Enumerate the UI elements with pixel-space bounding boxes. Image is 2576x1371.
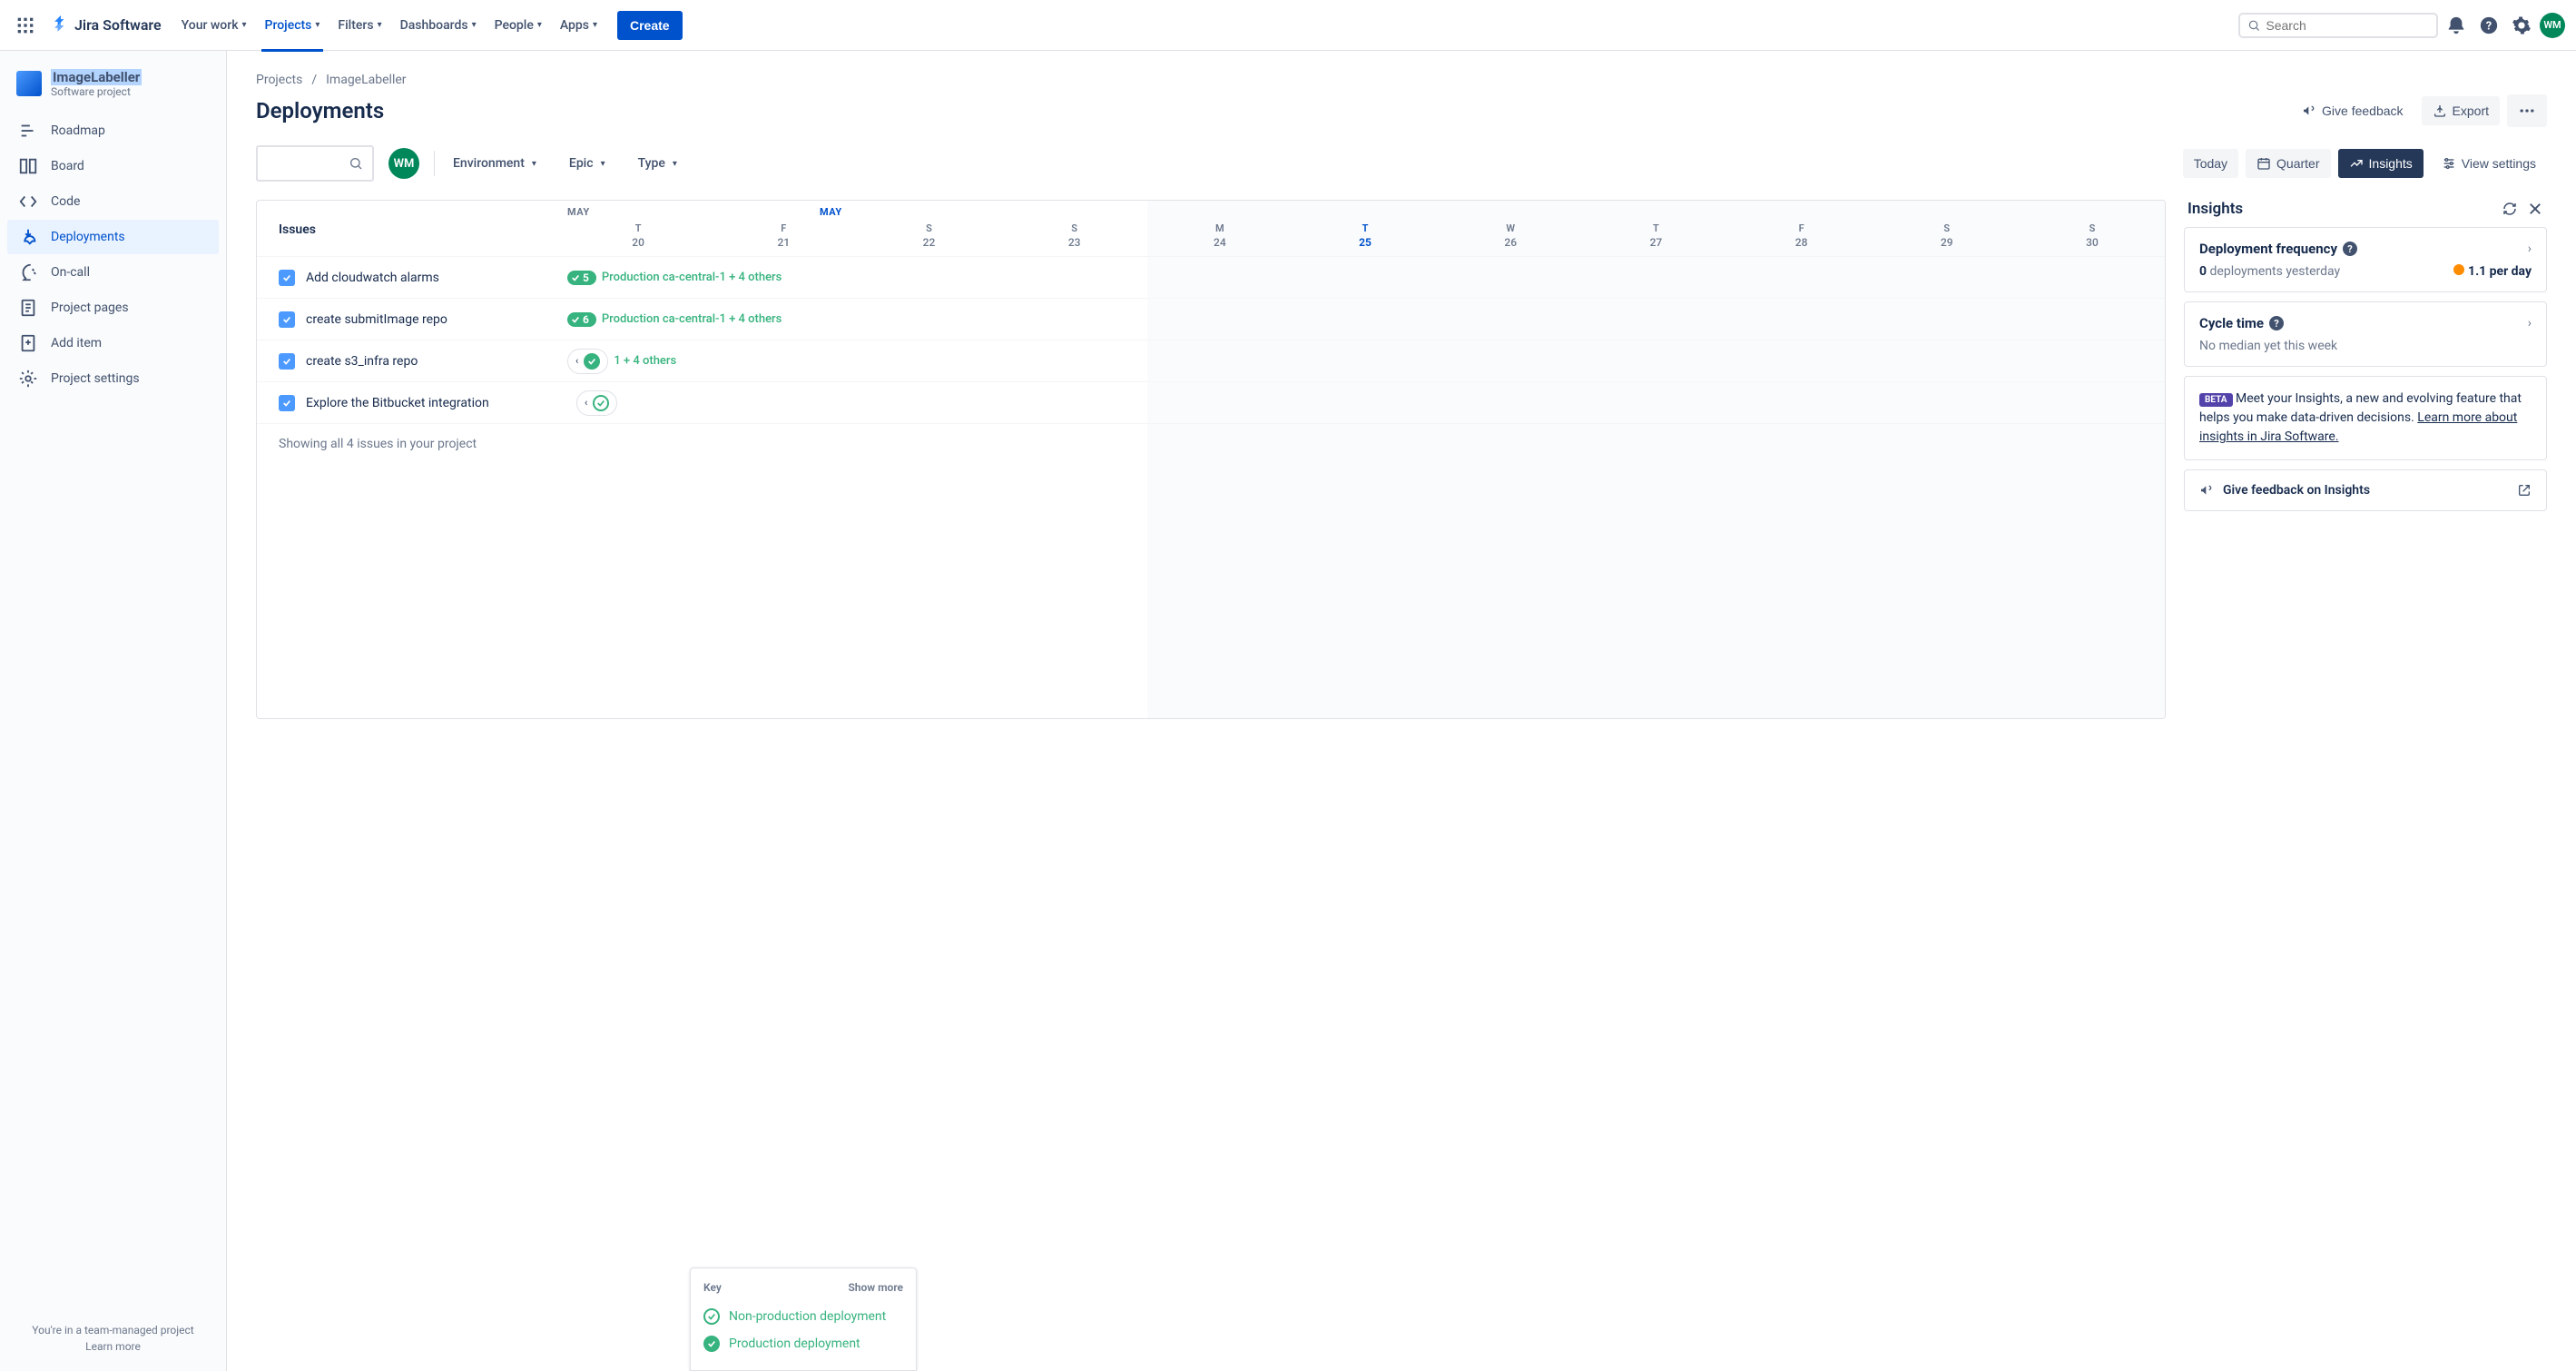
insights-title: Insights	[2188, 200, 2243, 218]
filter-type[interactable]: Type▾	[634, 151, 681, 176]
today-button[interactable]: Today	[2183, 149, 2238, 178]
insights-toggle-button[interactable]: Insights	[2338, 149, 2424, 178]
refresh-icon[interactable]	[2502, 201, 2518, 217]
insights-panel: Insights Deployment frequency ? › 0 depl…	[2184, 200, 2547, 520]
legend-box: Key Show more Non-production deploymentP…	[690, 1267, 917, 1371]
day-23: S23	[1002, 201, 1147, 256]
insights-feedback-card[interactable]: Give feedback on Insights	[2184, 469, 2547, 511]
nav-items-container: Your work▾Projects▾Filters▾Dashboards▾Pe…	[172, 11, 606, 40]
quarter-button[interactable]: Quarter	[2246, 149, 2330, 178]
chart-icon	[2349, 156, 2364, 171]
nav-apps[interactable]: Apps▾	[551, 11, 606, 40]
top-navigation: Jira Software Your work▾Projects▾Filters…	[0, 0, 2576, 51]
external-link-icon	[2517, 483, 2532, 498]
nav-dashboards[interactable]: Dashboards▾	[391, 11, 486, 40]
project-type: Software project	[51, 85, 142, 98]
cycle-time-card[interactable]: Cycle time ? › No median yet this week	[2184, 301, 2547, 367]
calendar-icon	[2256, 156, 2271, 171]
day-26: W26	[1438, 201, 1583, 256]
project-name: ImageLabeller	[51, 69, 142, 85]
chevron-right-icon: ›	[2528, 242, 2532, 256]
show-more-link[interactable]: Show more	[848, 1281, 903, 1294]
project-header[interactable]: ImageLabeller Software project	[7, 69, 219, 113]
filter-environment[interactable]: Environment▾	[449, 151, 540, 176]
help-icon[interactable]: ?	[2269, 316, 2284, 330]
export-button[interactable]: Export	[2422, 96, 2500, 125]
export-icon	[2433, 104, 2447, 118]
day-27: T27	[1583, 201, 1728, 256]
more-icon	[2518, 102, 2536, 120]
beta-insights-card: BETA Meet your Insights, a new and evolv…	[2184, 376, 2547, 460]
nav-people[interactable]: People▾	[486, 11, 551, 40]
user-avatar[interactable]: WM	[2540, 13, 2565, 38]
day-29: S29	[1874, 201, 2020, 256]
issue-row[interactable]: create submitImage repo 6Production ca-c…	[257, 298, 2165, 340]
month-label-2: MAY	[820, 206, 842, 218]
assignee-filter-avatar[interactable]: WM	[388, 148, 419, 179]
sidebar-item-code[interactable]: Code	[7, 184, 219, 219]
issue-search[interactable]	[256, 145, 374, 182]
learn-more-link[interactable]: Learn more	[15, 1340, 211, 1353]
breadcrumb-current[interactable]: ImageLabeller	[326, 73, 406, 87]
nav-filters[interactable]: Filters▾	[329, 11, 390, 40]
megaphone-icon	[2199, 483, 2214, 498]
more-button[interactable]	[2507, 94, 2547, 127]
search-input[interactable]	[2266, 18, 2429, 33]
sidebar-item-deployments[interactable]: Deployments	[7, 220, 219, 254]
search-icon	[349, 156, 363, 171]
showing-count: Showing all 4 issues in your project	[257, 424, 565, 464]
day-22: S22	[856, 201, 1001, 256]
deployment-frequency-card[interactable]: Deployment frequency ? › 0 deployments y…	[2184, 227, 2547, 292]
issue-row[interactable]: create s3_infra repo‹1 + 4 others	[257, 340, 2165, 381]
search-icon	[2247, 18, 2260, 33]
sidebar-item-roadmap[interactable]: Roadmap	[7, 113, 219, 148]
day-30: S30	[2020, 201, 2165, 256]
day-25: T25	[1293, 201, 1438, 256]
sidebar-item-project-pages[interactable]: Project pages	[7, 291, 219, 325]
create-button[interactable]: Create	[617, 11, 683, 40]
sidebar-item-project-settings[interactable]: Project settings	[7, 361, 219, 396]
close-icon[interactable]	[2527, 201, 2543, 217]
main-content: Projects / ImageLabeller Deployments Giv…	[227, 51, 2576, 1371]
project-icon	[16, 71, 42, 96]
issue-row[interactable]: Explore the Bitbucket integration‹	[257, 381, 2165, 423]
megaphone-icon	[2302, 104, 2316, 118]
help-icon[interactable]: ?	[2343, 242, 2357, 256]
jira-logo[interactable]: Jira Software	[44, 15, 169, 35]
help-icon[interactable]: ?	[2474, 11, 2503, 40]
page-title: Deployments	[256, 98, 384, 123]
svg-text:?: ?	[2486, 19, 2492, 33]
issue-row[interactable]: Add cloudwatch alarms 5Production ca-cen…	[257, 256, 2165, 298]
sidebar-item-on-call[interactable]: On-call	[7, 255, 219, 290]
sidebar-item-add-item[interactable]: Add item	[7, 326, 219, 360]
settings-icon[interactable]	[2507, 11, 2536, 40]
logo-text: Jira Software	[74, 16, 162, 34]
day-28: F28	[1729, 201, 1874, 256]
nav-your-work[interactable]: Your work▾	[172, 11, 256, 40]
chevron-right-icon: ›	[2528, 316, 2532, 330]
global-search[interactable]	[2238, 13, 2438, 38]
beta-badge: BETA	[2199, 393, 2233, 407]
breadcrumb-root[interactable]: Projects	[256, 73, 302, 87]
filter-toolbar: WM Environment▾Epic▾Type▾ Today Quarter …	[256, 145, 2547, 182]
month-label-1: MAY	[567, 206, 590, 218]
nav-projects[interactable]: Projects▾	[256, 11, 329, 40]
deployment-timeline: Issues MAY MAY T20F21S22S23M24T25W26T27F…	[256, 200, 2166, 719]
app-switcher-icon[interactable]	[11, 11, 40, 40]
issues-column-header: Issues	[257, 201, 565, 256]
legend-item: Non-production deployment	[703, 1303, 903, 1330]
filter-epic[interactable]: Epic▾	[565, 151, 609, 176]
legend-key-label: Key	[703, 1281, 722, 1294]
sidebar-footer: You're in a team-managed project Learn m…	[7, 1317, 219, 1360]
breadcrumb: Projects / ImageLabeller	[256, 73, 2547, 87]
notifications-icon[interactable]	[2442, 11, 2471, 40]
legend-item: Production deployment	[703, 1330, 903, 1357]
sidebar-item-board[interactable]: Board	[7, 149, 219, 183]
give-feedback-button[interactable]: Give feedback	[2291, 96, 2414, 125]
day-24: M24	[1147, 201, 1293, 256]
view-settings-button[interactable]: View settings	[2431, 149, 2547, 178]
sliders-icon	[2442, 156, 2456, 171]
project-sidebar: ImageLabeller Software project RoadmapBo…	[0, 51, 227, 1371]
